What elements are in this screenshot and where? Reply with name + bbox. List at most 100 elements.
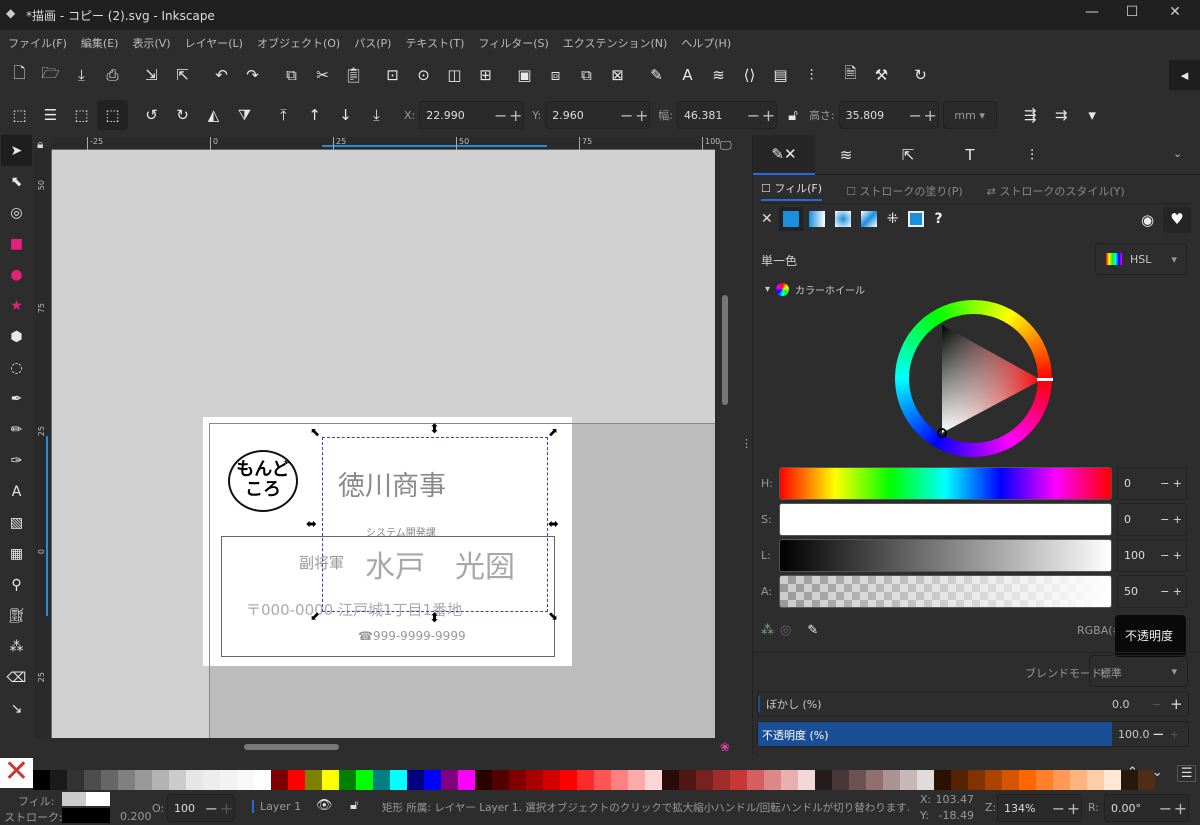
- menu-item[interactable]: 編集(E): [81, 35, 119, 51]
- color-swatch[interactable]: [713, 770, 730, 790]
- horizontal-ruler[interactable]: -25 0 25 50 75 100: [52, 137, 720, 150]
- height-value[interactable]: 35.809: [840, 109, 908, 122]
- color-swatch[interactable]: [577, 770, 594, 790]
- redo-icon[interactable]: ↷: [237, 60, 268, 90]
- decrement-button[interactable]: −: [908, 106, 923, 125]
- menu-item[interactable]: フィルター(S): [478, 35, 548, 51]
- unset-paint-icon[interactable]: ?: [934, 211, 942, 227]
- decrement-button[interactable]: − +: [1160, 549, 1182, 562]
- color-swatch[interactable]: [322, 770, 339, 790]
- color-swatch[interactable]: [543, 770, 560, 790]
- palette-scroll-down-icon[interactable]: ⌄: [1152, 765, 1163, 782]
- color-swatch[interactable]: [815, 770, 832, 790]
- color-swatch[interactable]: [798, 770, 815, 790]
- scale-corners-icon[interactable]: ⇉: [1046, 100, 1077, 130]
- save-icon[interactable]: ⤓: [66, 60, 97, 90]
- height-field[interactable]: 35.809− +: [838, 101, 939, 129]
- increment-button[interactable]: +: [508, 106, 523, 125]
- color-swatch[interactable]: [118, 770, 135, 790]
- palette-scroll-up-icon[interactable]: ⌃: [1127, 765, 1138, 782]
- cut-icon[interactable]: ✂: [307, 60, 338, 90]
- increment-button[interactable]: +: [923, 106, 938, 125]
- color-swatch[interactable]: [1104, 770, 1121, 790]
- undo-icon[interactable]: ↶: [206, 60, 237, 90]
- color-swatch[interactable]: [679, 770, 696, 790]
- width-value[interactable]: 46.381: [678, 109, 746, 122]
- color-swatch[interactable]: [288, 770, 305, 790]
- decrement-button[interactable]: − +: [1160, 477, 1182, 490]
- touch-select-icon[interactable]: ⬚: [97, 100, 128, 130]
- vertical-scrollbar[interactable]: [718, 150, 732, 738]
- no-paint-icon[interactable]: ✕: [761, 211, 773, 227]
- zoom-page-width-icon[interactable]: ⊞: [470, 60, 501, 90]
- mesh-gradient-icon[interactable]: [860, 211, 877, 227]
- color-swatch[interactable]: [1070, 770, 1087, 790]
- blur-value[interactable]: 0.0: [1112, 698, 1152, 711]
- tool-eraser-icon[interactable]: ⌫: [1, 662, 32, 693]
- palette-menu-icon[interactable]: ☰: [1176, 765, 1197, 782]
- color-swatch[interactable]: [373, 770, 390, 790]
- export-icon[interactable]: ⇱: [167, 60, 198, 90]
- color-swatch[interactable]: [271, 770, 288, 790]
- lightness-slider[interactable]: [779, 539, 1112, 572]
- tool-spiral-icon[interactable]: ◌: [1, 352, 32, 383]
- zoom-drawing-icon[interactable]: ⊙: [408, 60, 439, 90]
- y-field[interactable]: 2.960− +: [545, 101, 651, 129]
- stroke-width[interactable]: 0.200: [120, 810, 152, 823]
- tab-text[interactable]: T: [939, 135, 1001, 175]
- color-swatch[interactable]: [101, 770, 118, 790]
- more-icon[interactable]: ◂: [1169, 60, 1200, 90]
- fill-rule-nonzero-icon[interactable]: ♥: [1163, 207, 1191, 233]
- color-swatch[interactable]: [747, 770, 764, 790]
- flip-horizontal-icon[interactable]: ◭: [198, 100, 229, 130]
- tool-tweak-icon[interactable]: ◎: [1, 197, 32, 228]
- color-swatch[interactable]: [509, 770, 526, 790]
- zoom-selection-icon[interactable]: ⊡: [377, 60, 408, 90]
- scale-handle-ne[interactable]: ⬈: [548, 425, 558, 439]
- unlink-clone-icon[interactable]: ⊠: [602, 60, 633, 90]
- clone-icon[interactable]: ⧉: [571, 60, 602, 90]
- zoom-page-icon[interactable]: ◫: [439, 60, 470, 90]
- alpha-slider[interactable]: [779, 575, 1112, 608]
- pattern-icon[interactable]: ⁜: [887, 211, 899, 227]
- tool-node-icon[interactable]: ⬉: [1, 166, 32, 197]
- alpha-field[interactable]: 50 − +: [1117, 575, 1187, 608]
- select-all-layers-icon[interactable]: ☰: [35, 100, 66, 130]
- color-swatch[interactable]: [67, 770, 84, 790]
- scale-handle-s[interactable]: ⬍: [429, 611, 440, 626]
- stroke-indicator[interactable]: [62, 808, 110, 823]
- x-value[interactable]: 22.990: [420, 109, 493, 122]
- rotate-ccw-icon[interactable]: ↺: [136, 100, 167, 130]
- color-swatch[interactable]: [475, 770, 492, 790]
- decrement-button[interactable]: − +: [1160, 513, 1182, 526]
- color-swatch[interactable]: [985, 770, 1002, 790]
- alpha-value[interactable]: 50: [1124, 585, 1138, 598]
- tool-mesh-icon[interactable]: ▦: [1, 538, 32, 569]
- color-swatch[interactable]: [628, 770, 645, 790]
- vertical-ruler[interactable]: 50752502550: [35, 150, 52, 805]
- subtab-2[interactable]: ⇄ ストロークのスタイル(Y): [987, 183, 1125, 199]
- color-picker-icon[interactable]: ✎: [807, 623, 818, 638]
- color-swatch[interactable]: [50, 770, 67, 790]
- color-swatch[interactable]: [169, 770, 186, 790]
- color-swatch[interactable]: [492, 770, 509, 790]
- color-swatch[interactable]: [951, 770, 968, 790]
- open-icon[interactable]: 🗁: [35, 60, 66, 90]
- hue-value[interactable]: 0: [1124, 477, 1131, 490]
- flat-color-icon[interactable]: [778, 207, 803, 231]
- saturation-field[interactable]: 0 − +: [1117, 503, 1187, 536]
- color-swatch[interactable]: [730, 770, 747, 790]
- tab-align[interactable]: ⫶: [1001, 135, 1063, 175]
- scale-handle-sw[interactable]: ⬋: [310, 609, 320, 623]
- width-field[interactable]: 46.381− +: [676, 101, 777, 129]
- color-swatch[interactable]: [203, 770, 220, 790]
- color-manage-icon[interactable]: ❀: [720, 740, 730, 754]
- rotation-field[interactable]: 0.00° − +: [1104, 794, 1189, 822]
- color-swatch[interactable]: [781, 770, 798, 790]
- color-swatch[interactable]: [339, 770, 356, 790]
- menu-item[interactable]: テキスト(T): [405, 35, 464, 51]
- lower-to-bottom-icon[interactable]: ⤓: [361, 100, 392, 130]
- saturation-slider[interactable]: [779, 503, 1112, 536]
- color-swatch[interactable]: [305, 770, 322, 790]
- subtab-0[interactable]: ☐ フィル(F): [761, 180, 823, 201]
